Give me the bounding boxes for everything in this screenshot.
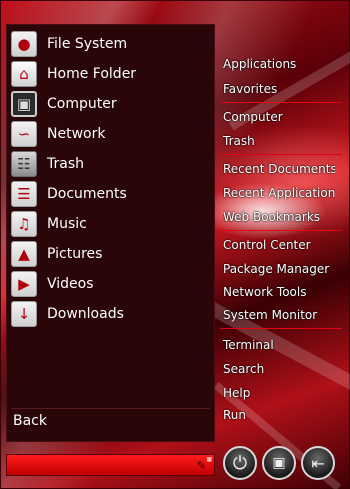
menu-divider	[220, 328, 342, 329]
place-label: Network	[47, 126, 106, 142]
menu-favorites[interactable]: Favorites	[223, 82, 335, 96]
place-label: Home Folder	[47, 66, 137, 82]
place-home-folder[interactable]: ⌂ Home Folder	[7, 59, 214, 89]
back-button[interactable]: Back	[13, 413, 47, 429]
menu-search[interactable]: Search	[223, 362, 335, 376]
power-icon: ⏻	[232, 452, 248, 474]
place-label: Trash	[47, 156, 84, 172]
place-music[interactable]: ♫ Music	[7, 209, 214, 239]
menu-recent-applications[interactable]: Recent Applications	[223, 186, 335, 200]
menu-help[interactable]: Help	[223, 386, 335, 400]
place-label: File System	[47, 36, 128, 52]
places-list: ● File System ⌂ Home Folder ▣ Computer ∽…	[7, 29, 214, 329]
place-label: Videos	[47, 276, 94, 292]
videos-icon: ▶	[11, 271, 37, 297]
menu-web-bookmarks[interactable]: Web Bookmarks	[223, 210, 335, 224]
place-computer[interactable]: ▣ Computer	[7, 89, 214, 119]
menu-terminal[interactable]: Terminal	[223, 338, 335, 352]
file-system-icon: ●	[11, 31, 37, 57]
menu-control-center[interactable]: Control Center	[223, 238, 335, 252]
network-icon: ∽	[11, 121, 37, 147]
menu-trash[interactable]: Trash	[223, 134, 335, 148]
menu-package-manager[interactable]: Package Manager	[223, 262, 335, 276]
lock-screen-button[interactable]: ▣	[262, 446, 296, 480]
place-videos[interactable]: ▶ Videos	[7, 269, 214, 299]
trash-icon: ☷	[11, 151, 37, 177]
menu-system-monitor[interactable]: System Monitor	[223, 308, 335, 322]
lock-icon: ▣	[272, 455, 286, 471]
place-trash[interactable]: ☷ Trash	[7, 149, 214, 179]
menu-recent-documents[interactable]: Recent Documents	[223, 162, 335, 176]
logout-icon: ⇤	[311, 453, 325, 473]
menu-run[interactable]: Run	[223, 408, 335, 422]
place-pictures[interactable]: ▲ Pictures	[7, 239, 214, 269]
music-icon: ♫	[11, 211, 37, 237]
place-network[interactable]: ∽ Network	[7, 119, 214, 149]
place-label: Music	[47, 216, 87, 232]
divider	[11, 408, 210, 409]
shutdown-button[interactable]: ⏻	[223, 446, 257, 480]
place-label: Documents	[47, 186, 127, 202]
search-bar[interactable]: ✎ ■	[6, 454, 215, 476]
place-downloads[interactable]: ↓ Downloads	[7, 299, 214, 329]
menu-applications[interactable]: Applications	[223, 57, 335, 71]
computer-icon: ▣	[11, 91, 37, 117]
downloads-icon: ↓	[11, 301, 37, 327]
pictures-icon: ▲	[11, 241, 37, 267]
place-label: Downloads	[47, 306, 124, 322]
menu-divider	[220, 102, 342, 103]
home-folder-icon: ⌂	[11, 61, 37, 87]
place-file-system[interactable]: ● File System	[7, 29, 214, 59]
place-label: Computer	[47, 96, 117, 112]
search-handle: ■	[206, 456, 212, 463]
menu-divider	[220, 230, 342, 231]
documents-icon: ☰	[11, 181, 37, 207]
place-label: Pictures	[47, 246, 103, 262]
menu-computer[interactable]: Computer	[223, 110, 335, 124]
place-documents[interactable]: ☰ Documents	[7, 179, 214, 209]
logout-button[interactable]: ⇤	[301, 446, 335, 480]
places-panel: ● File System ⌂ Home Folder ▣ Computer ∽…	[6, 24, 215, 442]
menu-divider	[220, 154, 342, 155]
menu-network-tools[interactable]: Network Tools	[223, 285, 335, 299]
pencil-icon: ✎	[196, 459, 206, 472]
